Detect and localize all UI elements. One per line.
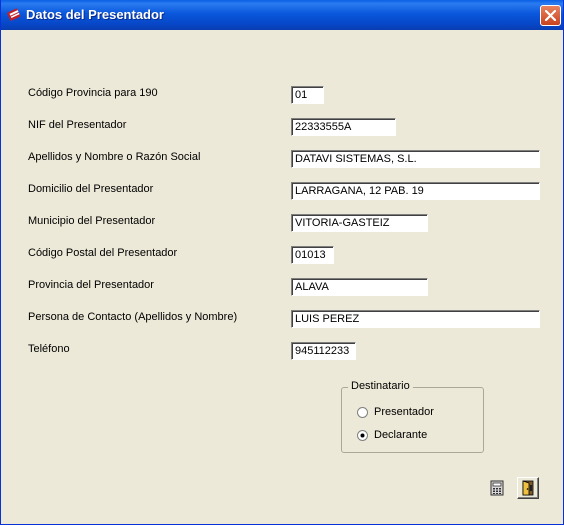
input-codigo-provincia[interactable]: 01 xyxy=(291,86,324,104)
input-provincia[interactable]: ALAVA xyxy=(291,278,428,296)
app-icon xyxy=(7,8,21,21)
label-persona-contacto: Persona de Contacto (Apellidos y Nombre) xyxy=(28,311,238,323)
close-icon xyxy=(545,10,556,21)
label-nif: NIF del Presentador xyxy=(28,119,127,131)
label-municipio: Municipio del Presentador xyxy=(28,215,156,227)
input-municipio[interactable]: VITORIA-GASTEIZ xyxy=(291,214,428,232)
calculator-button[interactable] xyxy=(486,477,508,499)
radio-label-presentador[interactable]: Presentador xyxy=(374,406,434,418)
label-telefono: Teléfono xyxy=(28,343,70,355)
dialog-window: Datos del Presentador Código Provincia p… xyxy=(0,0,564,525)
label-domicilio: Domicilio del Presentador xyxy=(28,183,154,195)
radio-presentador[interactable] xyxy=(357,407,368,418)
calculator-icon xyxy=(490,480,504,496)
radio-declarante[interactable] xyxy=(357,430,368,441)
title-bar[interactable]: Datos del Presentador xyxy=(1,0,563,30)
window-title: Datos del Presentador xyxy=(26,7,164,22)
label-razon-social: Apellidos y Nombre o Razón Social xyxy=(28,151,201,163)
destinatario-group xyxy=(341,387,484,453)
label-codigo-postal: Código Postal del Presentador xyxy=(28,247,178,259)
input-persona-contacto[interactable]: LUIS PEREZ xyxy=(291,310,540,328)
destinatario-legend: Destinatario xyxy=(348,380,413,392)
label-codigo-provincia: Código Provincia para 190 xyxy=(28,87,158,99)
exit-button[interactable] xyxy=(517,477,539,499)
input-nif[interactable]: 22333555A xyxy=(291,118,396,136)
input-codigo-postal[interactable]: 01013 xyxy=(291,246,334,264)
input-domicilio[interactable]: LARRAGANA, 12 PAB. 19 xyxy=(291,182,540,200)
label-provincia: Provincia del Presentador xyxy=(28,279,154,291)
input-telefono[interactable]: 945112233 xyxy=(291,342,356,360)
radio-label-declarante[interactable]: Declarante xyxy=(374,429,427,441)
exit-door-icon xyxy=(522,480,534,496)
close-button[interactable] xyxy=(540,5,561,26)
input-razon-social[interactable]: DATAVI SISTEMAS, S.L. xyxy=(291,150,540,168)
